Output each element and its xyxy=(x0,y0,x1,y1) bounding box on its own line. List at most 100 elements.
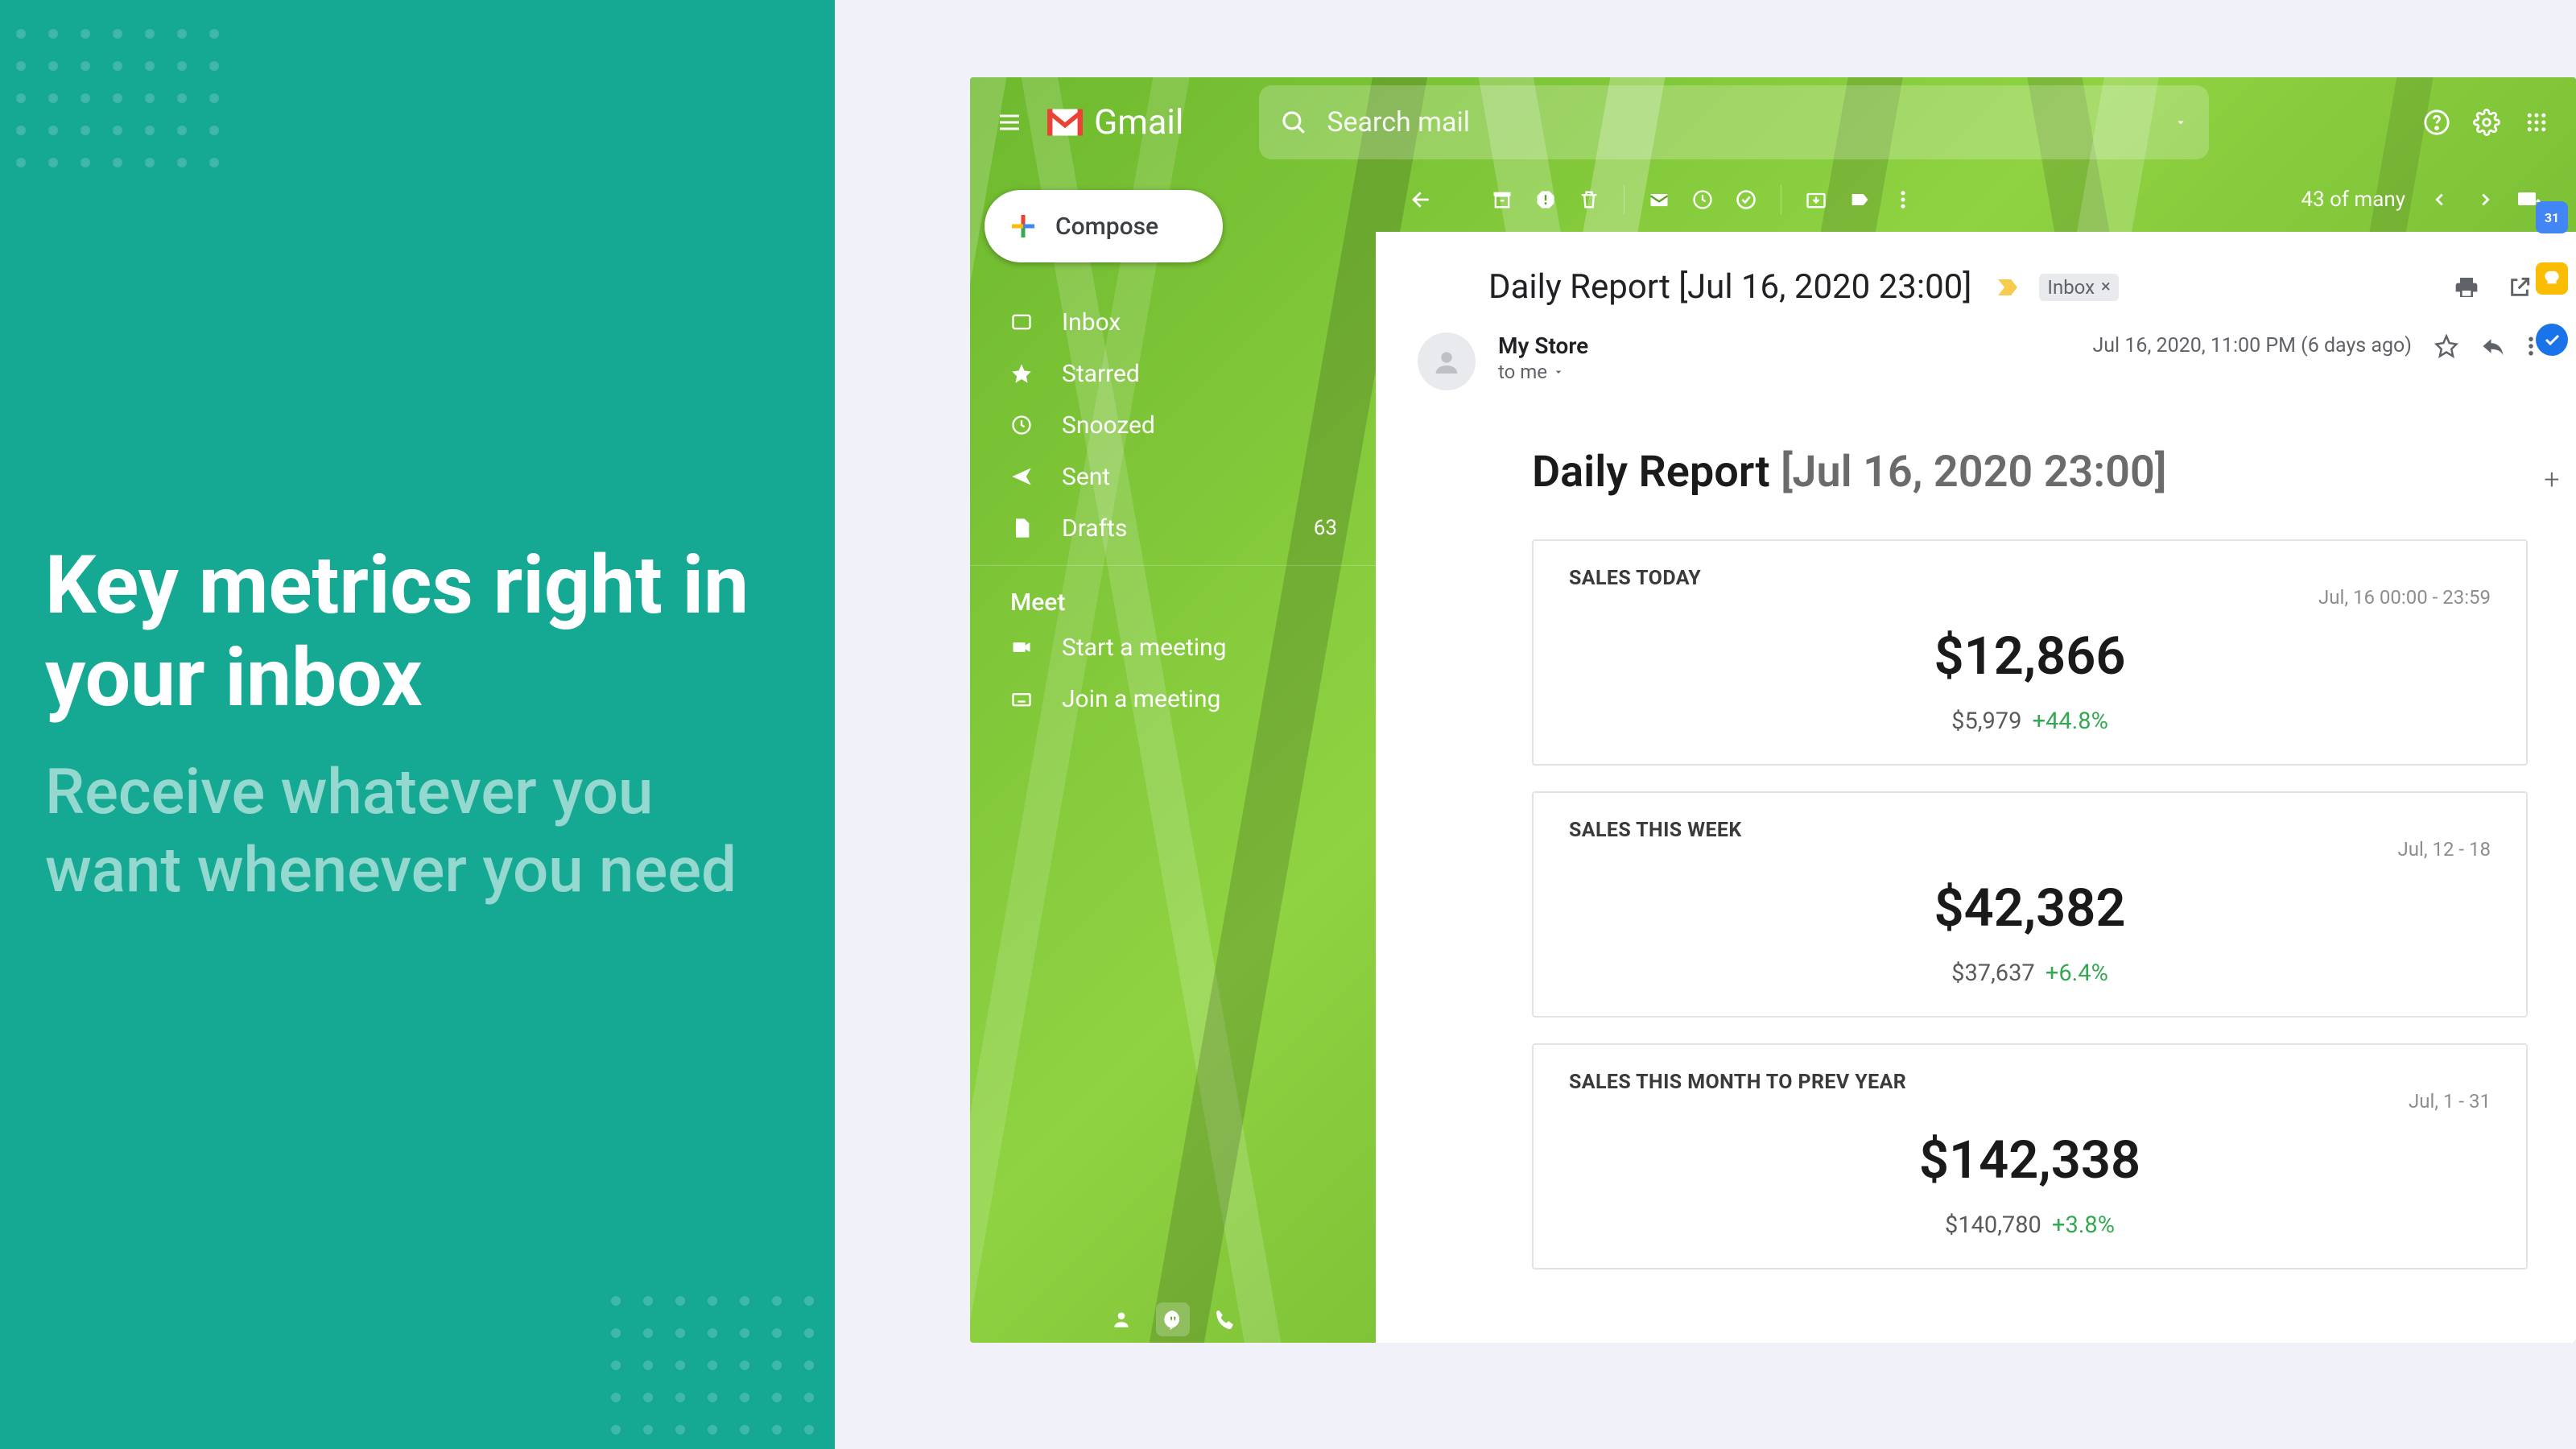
add-to-tasks-icon[interactable] xyxy=(1729,183,1763,217)
email-subject: Daily Report [Jul 16, 2020 23:00] xyxy=(1488,267,1971,307)
metric-card: SALES THIS WEEKJul, 12 - 18 $42,382 $37,63… xyxy=(1532,791,2528,1018)
email-body: Daily Report [Jul 16, 2020 23:00] SALES … xyxy=(1376,390,2576,1269)
hangouts-icon[interactable] xyxy=(1156,1302,1190,1336)
reply-icon[interactable] xyxy=(2481,334,2505,358)
search-input[interactable] xyxy=(1327,106,2154,138)
video-icon xyxy=(1010,636,1033,658)
phone-icon[interactable] xyxy=(1208,1302,1241,1336)
decorative-dots-bottom xyxy=(611,1296,814,1435)
nav-sent[interactable]: Sent xyxy=(970,451,1360,502)
star-icon xyxy=(1010,362,1033,385)
card-title: SALES THIS MONTH TO PREV YEAR xyxy=(1569,1071,2491,1094)
page-info: 43 of many xyxy=(2301,188,2405,212)
sender-name: My Store xyxy=(1498,332,2070,359)
snooze-icon[interactable] xyxy=(1686,183,1719,217)
clock-icon xyxy=(1010,414,1033,436)
card-value: $12,866 xyxy=(1569,625,2491,687)
card-range: Jul, 1 - 31 xyxy=(2409,1090,2491,1113)
add-addon-icon[interactable]: + xyxy=(2544,464,2559,496)
nav-label: Join a meeting xyxy=(1062,685,1220,713)
sidebar-divider xyxy=(970,565,1376,566)
nav-label: Snoozed xyxy=(1062,411,1155,440)
menu-icon[interactable] xyxy=(993,105,1026,139)
person-icon[interactable] xyxy=(1104,1302,1138,1336)
email-pane: Daily Report [Jul 16, 2020 23:00] Inbox … xyxy=(1376,232,2576,1343)
label-chip-inbox[interactable]: Inbox × xyxy=(2039,274,2118,301)
nav-label: Starred xyxy=(1062,360,1140,388)
search-bar[interactable] xyxy=(1259,85,2209,159)
older-icon[interactable] xyxy=(2468,183,2502,217)
keyboard-icon xyxy=(1010,687,1033,710)
labels-icon[interactable] xyxy=(1843,183,1876,217)
card-value: $42,382 xyxy=(1569,877,2491,939)
spam-icon[interactable] xyxy=(1529,183,1563,217)
nav-label: Drafts xyxy=(1062,514,1127,543)
more-icon[interactable] xyxy=(1886,183,1920,217)
gmail-topbar: Gmail xyxy=(970,77,2576,167)
move-to-icon[interactable] xyxy=(1799,183,1833,217)
sender-avatar[interactable] xyxy=(1418,332,1476,390)
card-range: Jul, 16 00:00 - 23:59 xyxy=(2318,586,2491,609)
newer-icon[interactable] xyxy=(2423,183,2457,217)
meet-section-title: Meet xyxy=(970,577,1376,621)
card-comparison: $140,780 +3.8% xyxy=(1569,1212,2491,1239)
back-icon[interactable] xyxy=(1405,183,1439,217)
keep-addon-icon[interactable] xyxy=(2536,262,2568,295)
help-icon[interactable] xyxy=(2420,105,2454,139)
settings-icon[interactable] xyxy=(2470,105,2504,139)
delete-icon[interactable] xyxy=(1572,183,1606,217)
calendar-addon-icon[interactable]: 31 xyxy=(2536,201,2568,233)
gmail-window: Gmail xyxy=(970,77,2576,1343)
drafts-icon xyxy=(1010,517,1033,539)
nav-label: Inbox xyxy=(1062,308,1121,336)
card-range: Jul, 12 - 18 xyxy=(2398,838,2491,861)
nav-snoozed[interactable]: Snoozed xyxy=(970,399,1360,451)
sidebar-bottom-bar xyxy=(970,1302,1376,1336)
right-rail: 31 + xyxy=(2528,77,2576,1343)
decorative-dots-top xyxy=(16,29,219,167)
promo-panel: Key metrics right in your inbox Receive … xyxy=(0,0,835,1449)
metric-card: SALES TODAYJul, 16 00:00 - 23:59$12,866$… xyxy=(1532,539,2528,766)
email-subject-row: Daily Report [Jul 16, 2020 23:00] Inbox … xyxy=(1376,232,2576,324)
promo-title: Key metrics right in your inbox xyxy=(45,539,790,724)
search-icon xyxy=(1280,109,1307,136)
importance-marker-icon[interactable] xyxy=(1997,279,2018,296)
app-area: Gmail xyxy=(835,0,2576,1449)
nav-drafts[interactable]: Drafts 63 xyxy=(970,502,1360,554)
compose-button[interactable]: Compose xyxy=(985,190,1223,262)
to-text: to me xyxy=(1498,361,1547,383)
chip-remove-icon[interactable]: × xyxy=(2101,277,2111,297)
message-actions xyxy=(2434,334,2534,390)
metric-card: SALES THIS MONTH TO PREV YEARJul, 1 - 31… xyxy=(1532,1043,2528,1269)
gmail-body: Compose Inbox Starred Snoozed Sent xyxy=(970,167,2576,1343)
mark-unread-icon[interactable] xyxy=(1642,183,1676,217)
nav-label: Sent xyxy=(1062,463,1110,491)
card-comparison: $37,637 +6.4% xyxy=(1569,960,2491,987)
gmail-brand-text: Gmail xyxy=(1094,102,1183,142)
recipient-line[interactable]: to me xyxy=(1498,361,2070,383)
toolbar-right: 43 of many xyxy=(2301,183,2547,217)
email-toolbar: 43 of many xyxy=(1376,167,2576,232)
report-cards: SALES TODAYJul, 16 00:00 - 23:59$12,866$… xyxy=(1532,539,2528,1269)
meet-join[interactable]: Join a meeting xyxy=(970,673,1360,724)
report-title-prefix: Daily Report xyxy=(1532,447,1781,497)
card-title: SALES THIS WEEK xyxy=(1569,819,2491,842)
chevron-down-icon xyxy=(1552,365,1565,378)
tasks-addon-icon[interactable] xyxy=(2536,324,2568,356)
compose-label: Compose xyxy=(1055,213,1158,241)
meet-start[interactable]: Start a meeting xyxy=(970,621,1360,673)
gmail-sidebar: Compose Inbox Starred Snoozed Sent xyxy=(970,167,1376,1343)
star-outline-icon[interactable] xyxy=(2434,334,2458,358)
search-options-icon[interactable] xyxy=(2174,115,2188,130)
sent-time: Jul 16, 2020, 11:00 PM (6 days ago) xyxy=(2092,334,2412,357)
nav-inbox[interactable]: Inbox xyxy=(970,296,1360,348)
sender-row: My Store to me Jul 16, 2020, 11:00 PM (6… xyxy=(1376,324,2576,390)
sent-icon xyxy=(1010,465,1033,488)
gmail-logo[interactable]: Gmail xyxy=(1047,102,1183,142)
card-comparison: $5,979 +44.8% xyxy=(1569,708,2491,735)
archive-icon[interactable] xyxy=(1485,183,1519,217)
compose-plus-icon xyxy=(1007,210,1039,242)
print-icon[interactable] xyxy=(2452,273,2481,302)
drafts-count: 63 xyxy=(1314,516,1337,540)
nav-starred[interactable]: Starred xyxy=(970,348,1360,399)
